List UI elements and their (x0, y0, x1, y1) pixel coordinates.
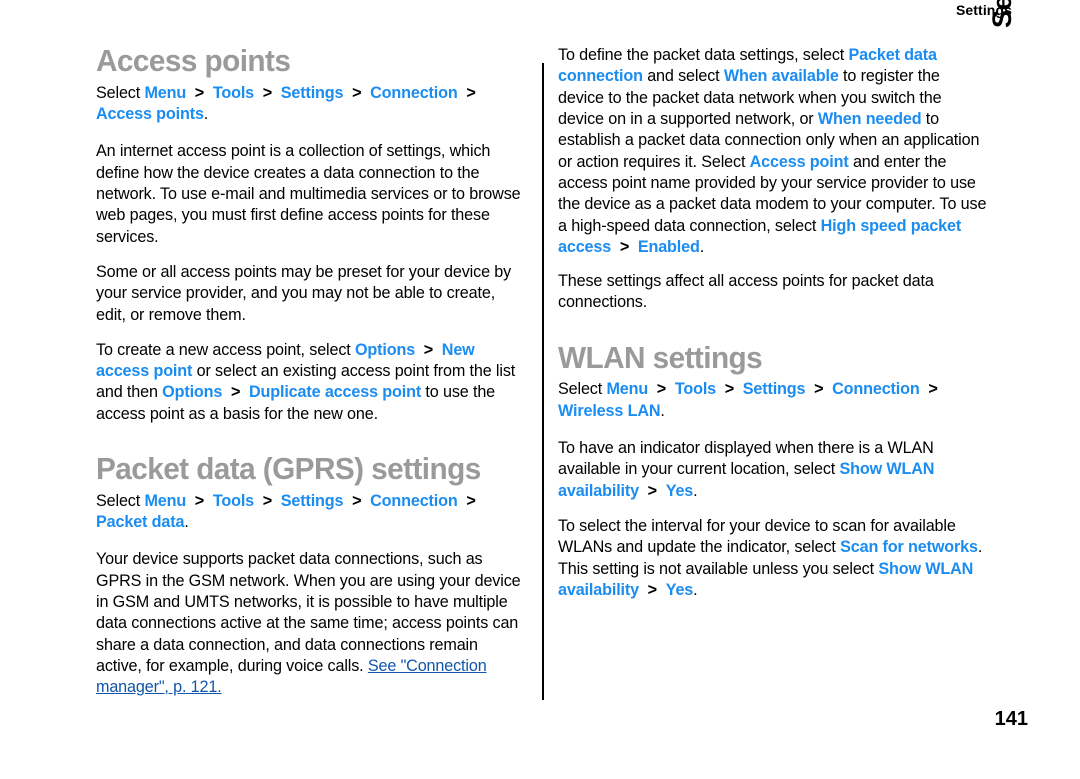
path-lead: Select (558, 379, 607, 399)
path-separator: > (466, 490, 476, 510)
navigation-path-wlan: Select Menu > Tools > Settings > Connect… (558, 378, 987, 421)
path-separator: > (814, 379, 824, 399)
text-fragment: . (693, 480, 698, 500)
path-separator: > (352, 490, 362, 510)
path-separator: > (262, 82, 273, 102)
path-item-settings: Settings (280, 490, 344, 510)
column-divider (542, 63, 544, 700)
ui-term-when-needed: When needed (817, 108, 922, 128)
path-item-connection: Connection (832, 379, 920, 399)
path-separator: > (724, 379, 735, 399)
path-separator: > (656, 379, 667, 399)
path-item-settings: Settings (742, 379, 806, 399)
path-separator: > (647, 579, 657, 599)
path-end: . (203, 104, 209, 124)
path-separator: > (423, 339, 434, 359)
ui-term-scan-for-networks: Scan for networks (840, 537, 978, 557)
path-item-menu: Menu (606, 379, 649, 399)
ui-term-options: Options (354, 339, 416, 359)
section-side-tab: Settings (987, 0, 1027, 28)
path-item-packet-data: Packet data (96, 512, 185, 532)
ui-term-duplicate-access-point: Duplicate access point (248, 382, 422, 402)
path-item-tools: Tools (212, 490, 255, 510)
text-fragment: To create a new access point, select (96, 339, 355, 359)
path-item-access-points: Access points (96, 104, 204, 124)
ui-term-yes-2: Yes (665, 579, 694, 599)
text-fragment: and select (642, 66, 724, 86)
page-number: 141 (994, 708, 1028, 730)
path-separator: > (230, 382, 241, 402)
path-item-connection: Connection (370, 490, 458, 510)
path-item-wireless-lan: Wireless LAN (558, 400, 661, 420)
path-item-menu: Menu (144, 490, 187, 510)
running-head: Settings (955, 2, 1012, 18)
path-separator: > (194, 82, 205, 102)
path-item-connection: Connection (370, 82, 458, 102)
text-fragment: . (699, 236, 705, 256)
path-lead: Select (96, 82, 145, 102)
path-separator: > (194, 490, 205, 510)
navigation-path-access-points: Select Menu > Tools > Settings > Connect… (96, 82, 521, 125)
ui-term-when-available: When available (723, 66, 839, 86)
path-separator: > (352, 82, 362, 102)
right-column: To define the packet data settings, sele… (558, 44, 998, 614)
heading-packet-data-gprs-settings: Packet data (GPRS) settings (96, 451, 481, 487)
path-separator: > (647, 480, 657, 500)
paragraph-definition: An internet access point is a collection… (96, 141, 521, 246)
manual-page: Settings Settings Access points Select M… (0, 0, 1080, 779)
path-item-tools: Tools (212, 82, 255, 102)
path-item-menu: Menu (144, 82, 187, 102)
paragraph-device-supports: Your device supports packet data connect… (96, 548, 521, 697)
paragraph-wlan-indicator: To have an indicator displayed when ther… (558, 437, 987, 501)
navigation-path-packet-data: Select Menu > Tools > Settings > Connect… (96, 490, 521, 533)
paragraph-define-packet-data-settings: To define the packet data settings, sele… (558, 44, 987, 257)
path-separator: > (928, 379, 938, 399)
path-separator: > (262, 490, 273, 510)
path-separator: > (619, 236, 630, 256)
heading-access-points: Access points (96, 43, 291, 78)
paragraph-scan-interval: To select the interval for your device t… (558, 515, 987, 600)
path-item-settings: Settings (280, 82, 344, 102)
ui-term-yes: Yes (665, 480, 694, 500)
paragraph-create-access-point: To create a new access point, select Opt… (96, 339, 521, 424)
text-fragment: . (693, 579, 698, 599)
ui-term-enabled: Enabled (637, 236, 700, 256)
text-fragment: To define the packet data settings, sele… (558, 45, 849, 64)
heading-wlan-settings: WLAN settings (558, 339, 763, 375)
ui-term-access-point: Access point (749, 151, 849, 171)
path-end: . (660, 400, 665, 420)
path-lead: Select (96, 490, 145, 510)
paragraph-settings-affect: These settings affect all access points … (558, 271, 934, 312)
paragraph-preset: Some or all access points may be preset … (96, 261, 512, 324)
path-item-tools: Tools (674, 379, 717, 399)
ui-term-options-2: Options (162, 382, 223, 402)
left-column: Access points Select Menu > Tools > Sett… (96, 43, 532, 712)
path-end: . (184, 512, 189, 532)
path-separator: > (466, 82, 476, 102)
